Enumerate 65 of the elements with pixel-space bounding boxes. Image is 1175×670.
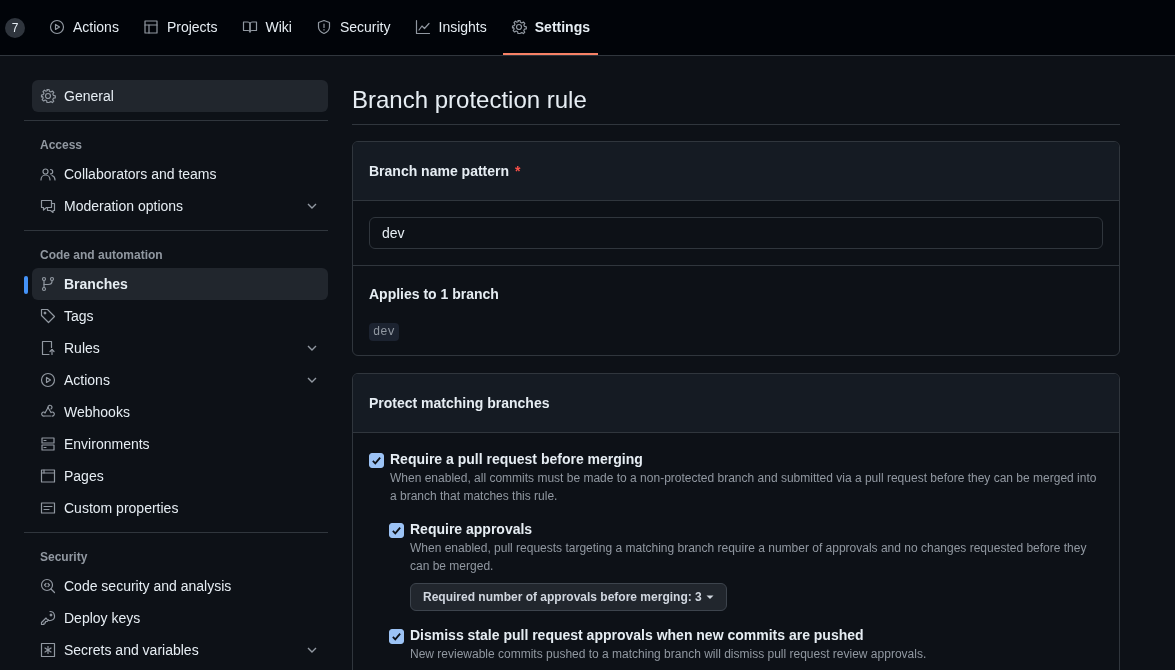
webhook-icon xyxy=(40,404,56,420)
speech-bubbles-icon xyxy=(40,198,56,214)
sidebar-item[interactable]: Collaborators and teams xyxy=(32,158,328,190)
sidebar-item[interactable]: Moderation options xyxy=(32,190,328,222)
play-icon xyxy=(40,372,56,388)
sidebar-item[interactable]: General xyxy=(32,80,328,112)
counter-badge: 7 xyxy=(5,17,25,38)
checkbox[interactable] xyxy=(389,523,404,538)
sidebar-item[interactable]: Custom properties xyxy=(32,492,328,524)
sidebar-item[interactable]: Code security and analysis xyxy=(32,570,328,602)
option-description: When enabled, pull requests targeting a matching branch require a number of approvals and no changes requested before they can be merged. xyxy=(410,540,1088,575)
settings-icon xyxy=(40,88,56,104)
people-icon xyxy=(40,166,56,182)
option-description: New reviewable commits pushed to a matching branch will dismiss pull request review approvals. xyxy=(410,646,927,663)
option-label: Dismiss stale pull request approvals when new commits are pushed xyxy=(410,627,865,643)
section-heading: Security xyxy=(39,549,89,566)
check-icon xyxy=(390,630,403,643)
checkbox[interactable] xyxy=(369,453,384,468)
field-label: Branch name pattern xyxy=(369,163,510,179)
sidebar-item[interactable]: Secrets and variables xyxy=(32,634,328,666)
note-icon xyxy=(40,500,56,516)
nav-tab[interactable]: Security xyxy=(307,0,399,55)
nav-tab[interactable]: Settings xyxy=(502,0,598,55)
branch-name-tag: dev xyxy=(369,323,399,341)
option-label: Require a pull request before merging xyxy=(390,451,644,467)
nav-tab[interactable]: Projects xyxy=(134,0,226,55)
sidebar-item[interactable]: Environments xyxy=(32,428,328,460)
asterisk-icon xyxy=(40,642,56,658)
check-icon xyxy=(370,454,383,467)
book-icon xyxy=(241,18,258,35)
table-icon xyxy=(142,18,159,35)
branch-pattern-field[interactable]: dev xyxy=(369,217,1103,249)
tag-icon xyxy=(40,308,56,324)
sidebar-item[interactable]: Deploy keys xyxy=(32,602,328,634)
settings-icon xyxy=(510,18,527,35)
nav-tab[interactable]: Insights xyxy=(406,0,495,55)
server-icon xyxy=(40,436,56,452)
browser-window-icon xyxy=(40,468,56,484)
sidebar-item[interactable]: Webhooks xyxy=(32,396,328,428)
graph-icon xyxy=(414,18,431,35)
sidebar-item[interactable]: Tags xyxy=(32,300,328,332)
sidebar-item[interactable]: Actions xyxy=(32,364,328,396)
option-label: Require approvals xyxy=(410,521,534,537)
play-icon xyxy=(49,18,65,35)
branch-icon xyxy=(40,276,56,292)
card-title: Protect matching branches xyxy=(369,395,550,411)
option-description: When enabled, all commits must be made to a non-protected branch and submitted via a pull request before they can be merged into a branch that matches this rule. xyxy=(390,470,1098,505)
key-icon xyxy=(40,610,56,626)
approvals-dropdown[interactable]: Required number of approvals before merging: 3 xyxy=(410,583,727,611)
code-search-icon xyxy=(40,578,56,594)
checkbox[interactable] xyxy=(389,629,404,644)
check-icon xyxy=(390,524,403,537)
required-mark: * xyxy=(515,163,521,179)
nav-tab[interactable]: Actions xyxy=(41,0,127,55)
document-upload-icon xyxy=(40,340,56,356)
sidebar-item[interactable]: Rules xyxy=(32,332,328,364)
nav-tab[interactable]: Wiki xyxy=(233,0,300,55)
section-heading: Access xyxy=(39,137,84,154)
sidebar-item[interactable]: Pages xyxy=(32,460,328,492)
shield-icon xyxy=(315,18,332,35)
sidebar-item[interactable]: Branches xyxy=(32,268,328,300)
section-heading: Code and automation xyxy=(39,247,164,264)
page-title: Branch protection rule xyxy=(352,86,1120,125)
applies-label: Applies to 1 branch xyxy=(369,286,500,302)
caret-icon xyxy=(705,593,714,601)
